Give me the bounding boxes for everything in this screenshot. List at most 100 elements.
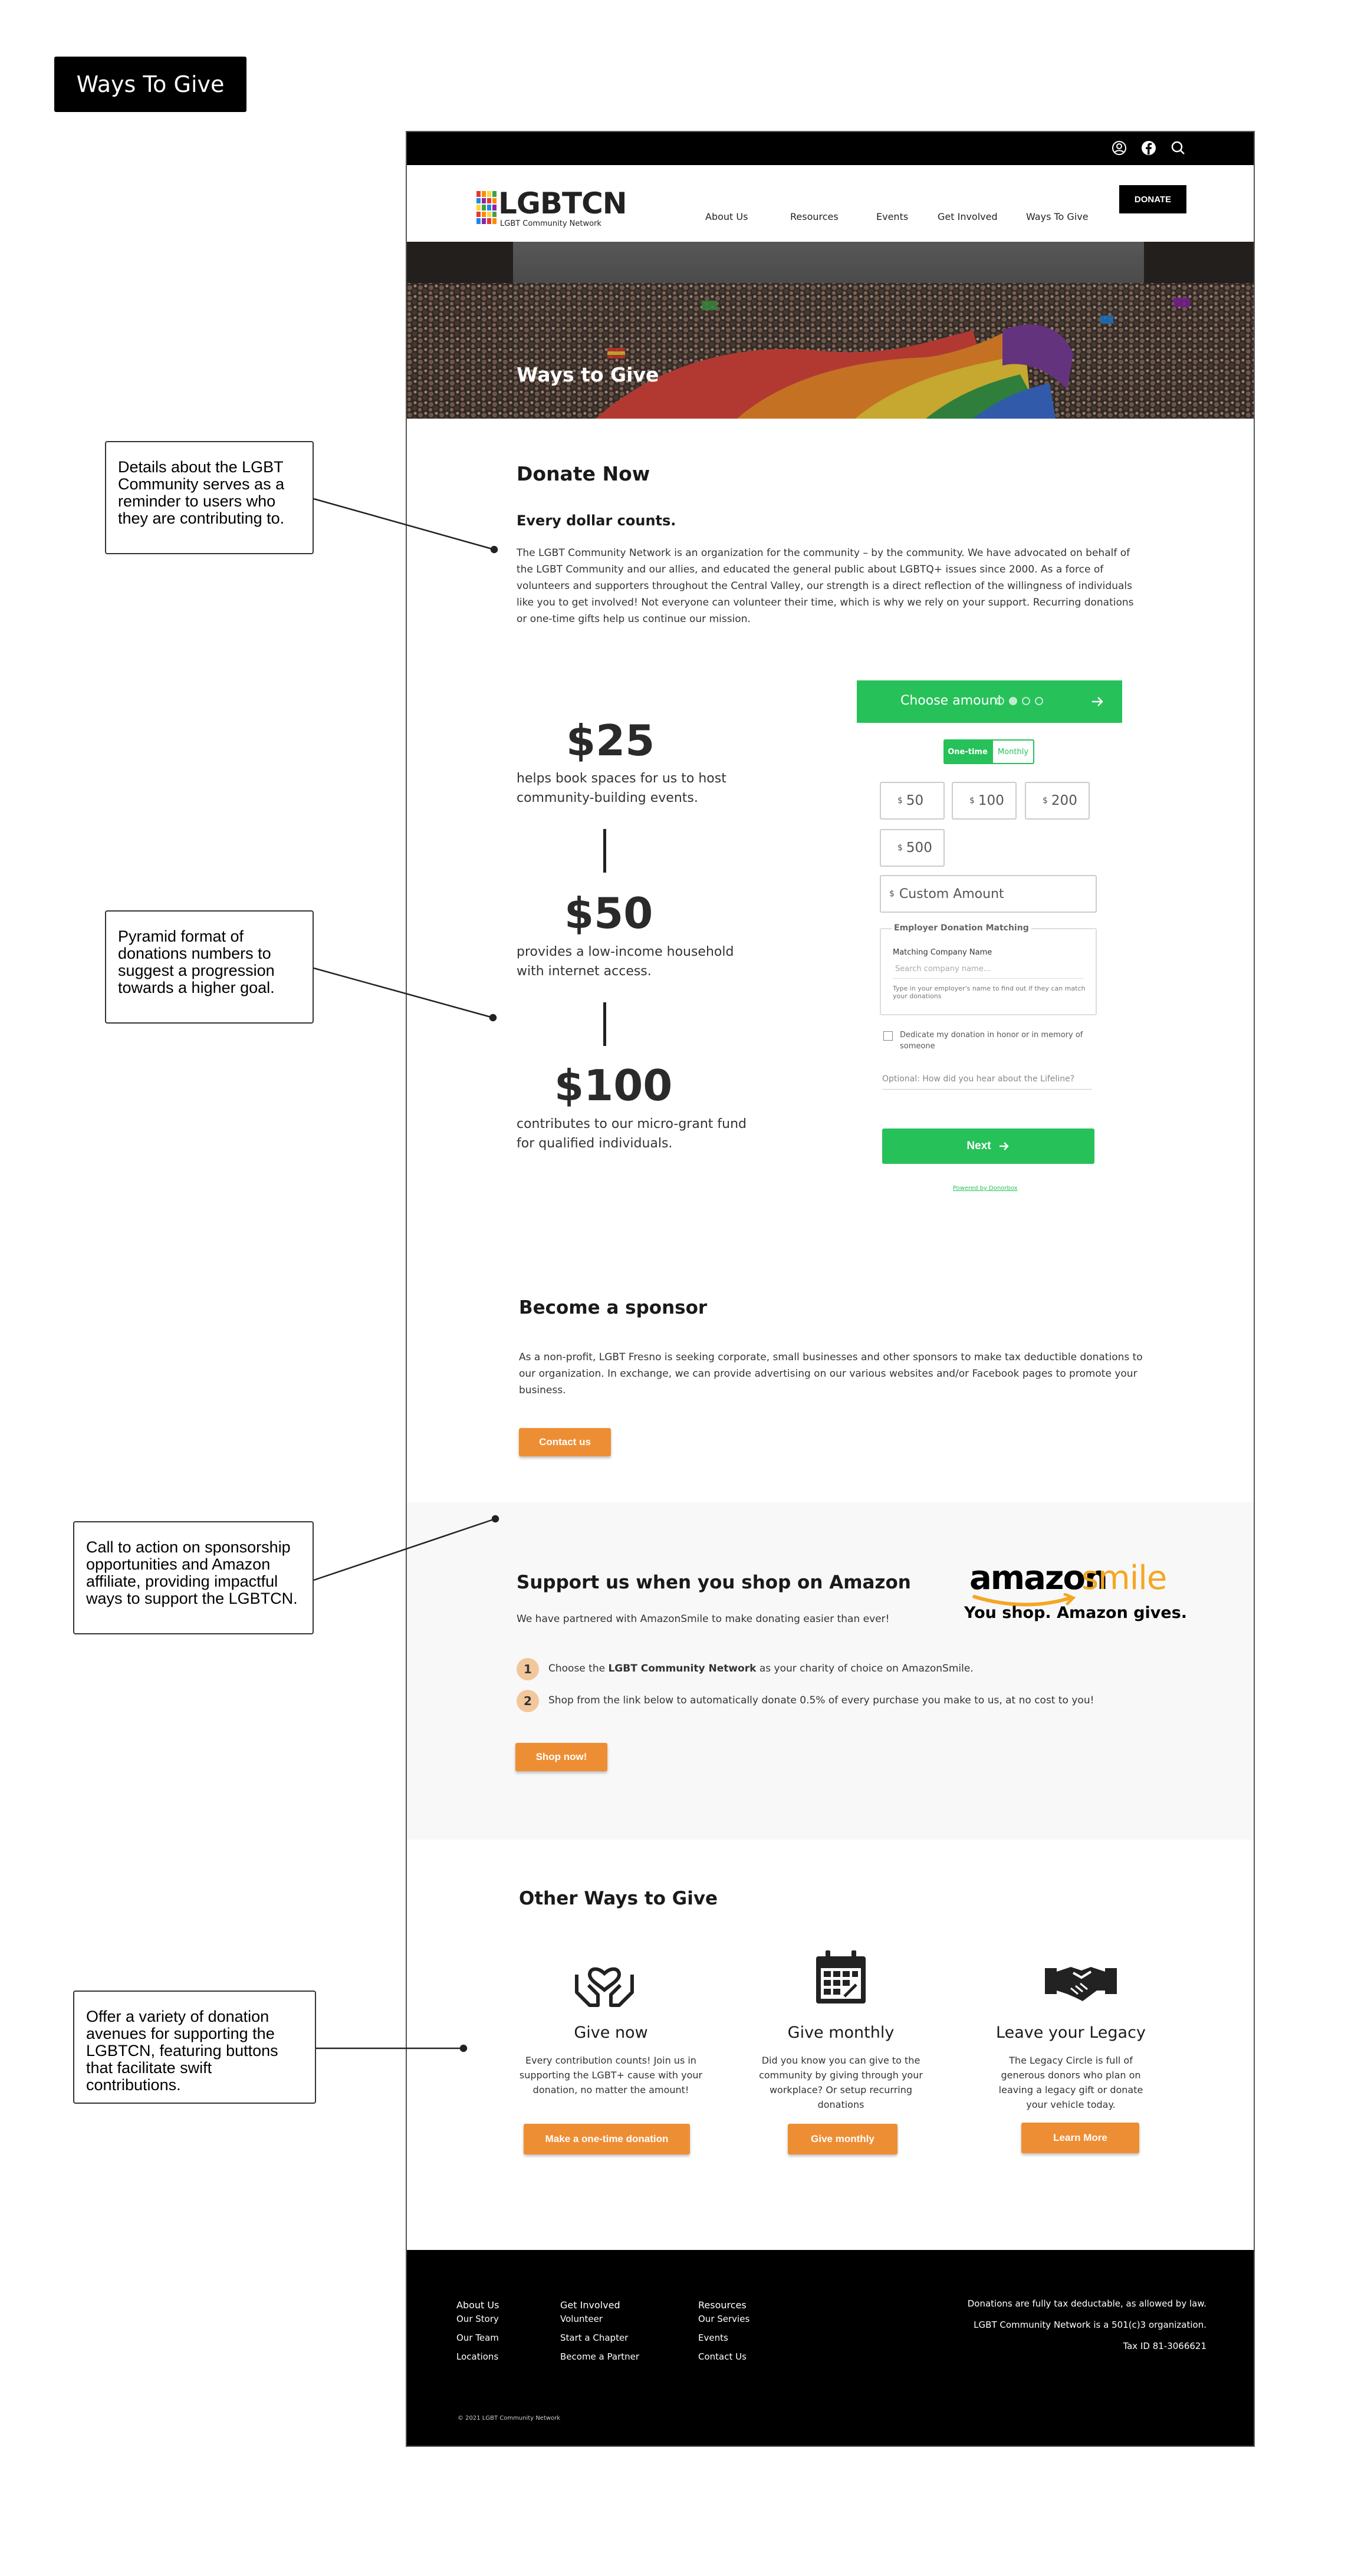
one-time-toggle[interactable]: One-time <box>943 739 992 764</box>
next-label: Next <box>966 1140 991 1152</box>
logo-rainbow-icon <box>476 191 497 224</box>
page-title-badge: Ways To Give <box>54 57 246 112</box>
hero-title: Ways to Give <box>517 363 659 386</box>
nav-events[interactable]: Events <box>876 211 908 222</box>
contact-us-button[interactable]: Contact us <box>519 1428 611 1456</box>
currency-symbol: $ <box>1043 796 1048 805</box>
step-dot-icon <box>996 697 1004 705</box>
give-monthly-button[interactable]: Give monthly <box>788 2124 897 2154</box>
annotation-note-sponsorship: Call to action on sponsorship opportunit… <box>73 1521 314 1634</box>
nav-about-us[interactable]: About Us <box>705 211 748 222</box>
amazon-step-1: Choose the LGBT Community Network as you… <box>548 1663 974 1674</box>
sponsor-heading: Become a sponsor <box>519 1297 708 1318</box>
step-text: Choose the <box>548 1663 609 1674</box>
logo-wordmark[interactable]: LGBTCN <box>498 189 627 218</box>
step-bold-text: LGBT Community Network <box>608 1663 757 1674</box>
currency-symbol: $ <box>889 889 895 899</box>
footer-heading-resources: Resources <box>698 2299 747 2311</box>
smile-wordmark: smile <box>1081 1559 1167 1597</box>
website-mockup: LGBTCN LGBT Community Network About Us R… <box>406 131 1255 2447</box>
step-dot-icon <box>1022 697 1030 705</box>
company-search-input[interactable]: Search company name... <box>893 961 1084 979</box>
footer-link-events[interactable]: Events <box>698 2332 728 2343</box>
footer-link-services[interactable]: Our Servies <box>698 2314 749 2324</box>
annotation-note-variety: Offer a variety of donation avenues for … <box>73 1991 316 2104</box>
footer-link-our-team[interactable]: Our Team <box>456 2332 499 2343</box>
shop-now-button[interactable]: Shop now! <box>515 1743 607 1771</box>
dedicate-checkbox[interactable] <box>883 1031 893 1041</box>
search-icon[interactable] <box>1170 140 1186 156</box>
nav-ways-to-give[interactable]: Ways To Give <box>1026 211 1089 222</box>
custom-amount-input[interactable]: $ Custom Amount <box>880 875 1097 913</box>
footer-link-start-chapter[interactable]: Start a Chapter <box>560 2332 628 2343</box>
arrow-right-icon[interactable] <box>1090 695 1104 709</box>
amazon-heading: Support us when you shop on Amazon <box>517 1572 911 1593</box>
facebook-icon[interactable] <box>1140 140 1157 156</box>
footer-link-locations[interactable]: Locations <box>456 2351 498 2362</box>
footer-link-volunteer[interactable]: Volunteer <box>560 2314 603 2324</box>
other-ways-heading: Other Ways to Give <box>519 1888 718 1909</box>
annotation-note-details: Details about the LGBT Community serves … <box>105 441 314 554</box>
donate-now-heading: Donate Now <box>517 462 650 485</box>
powered-by-link[interactable]: Powered by Donorbox <box>953 1185 1018 1192</box>
amount-option-value: 100 <box>978 793 1004 808</box>
hero-banner: Ways to Give <box>407 242 1254 419</box>
next-button[interactable]: Next <box>882 1129 1094 1164</box>
amount-option-100[interactable]: $100 <box>952 782 1017 820</box>
employer-matching-box: Employer Donation Matching Matching Comp… <box>880 923 1097 1015</box>
user-icon[interactable] <box>1111 140 1127 156</box>
company-help-text: Type in your employer's name to find out… <box>893 985 1086 1000</box>
monthly-toggle[interactable]: Monthly <box>992 739 1034 764</box>
step-dot-icon <box>1009 697 1017 705</box>
step-text: as your charity of choice on AmazonSmile… <box>756 1663 974 1674</box>
footer-link-our-story[interactable]: Our Story <box>456 2314 499 2324</box>
nav-resources[interactable]: Resources <box>790 211 839 222</box>
employer-matching-legend: Employer Donation Matching <box>892 923 1031 933</box>
nav-get-involved[interactable]: Get Involved <box>938 211 998 222</box>
amount-option-value: 200 <box>1051 793 1077 808</box>
give-now-title: Give now <box>574 2024 648 2042</box>
amount-50: $50 <box>564 889 653 938</box>
custom-amount-placeholder: Custom Amount <box>899 886 1004 902</box>
amount-option-value: 500 <box>906 840 932 856</box>
amount-option-50[interactable]: $50 <box>880 782 945 820</box>
dedicate-label: Dedicate my donation in honor or in memo… <box>900 1031 1083 1051</box>
pyramid-divider <box>603 829 606 873</box>
amount-25: $25 <box>566 716 655 765</box>
donate-button[interactable]: DONATE <box>1119 185 1186 213</box>
footer-tax-id: Tax ID 81-3066621 <box>1123 2341 1206 2351</box>
footer-link-contact[interactable]: Contact Us <box>698 2351 747 2362</box>
amount-100-desc: contributes to our micro-grant fund for … <box>517 1117 747 1151</box>
pyramid-divider <box>603 1002 606 1046</box>
company-label: Matching Company Name <box>893 948 992 957</box>
amazon-smile-section: Support us when you shop on Amazon We ha… <box>407 1502 1254 1840</box>
currency-symbol: $ <box>897 796 903 805</box>
learn-more-button[interactable]: Learn More <box>1021 2123 1139 2153</box>
footer-501c3: LGBT Community Network is a 501(c)3 orga… <box>974 2320 1206 2330</box>
amount-option-500[interactable]: $500 <box>880 829 945 867</box>
arrow-right-icon <box>999 1142 1009 1150</box>
hear-about-input[interactable]: Optional: How did you hear about the Lif… <box>882 1070 1092 1090</box>
give-monthly-text: Did you know you can give to the communi… <box>759 2055 923 2110</box>
amount-25-desc: helps book spaces for us to host communi… <box>517 771 726 805</box>
donate-now-body: The LGBT Community Network is an organiz… <box>517 547 1134 625</box>
top-utility-bar <box>407 132 1254 165</box>
logo-subtitle: LGBT Community Network <box>500 219 601 228</box>
sponsor-body: As a non-profit, LGBT Fresno is seeking … <box>519 1351 1143 1396</box>
legacy-title: Leave your Legacy <box>996 2024 1146 2042</box>
heart-hands-icon <box>575 1967 634 2007</box>
calendar-icon <box>816 1950 866 2003</box>
one-time-donation-button[interactable]: Make a one-time donation <box>524 2124 690 2154</box>
handshake-icon <box>1045 1967 1117 2001</box>
annotation-note-pyramid: Pyramid format of donations numbers to s… <box>105 910 314 1024</box>
amount-option-200[interactable]: $200 <box>1025 782 1090 820</box>
currency-symbol: $ <box>897 843 903 853</box>
donate-now-subheading: Every dollar counts. <box>517 512 676 529</box>
legacy-text: The Legacy Circle is full of generous do… <box>998 2055 1143 2110</box>
footer-link-become-partner[interactable]: Become a Partner <box>560 2351 639 2362</box>
currency-symbol: $ <box>969 796 975 805</box>
amount-100: $100 <box>554 1061 673 1110</box>
widget-header: Choose amount <box>857 680 1122 723</box>
step-number: 1 <box>517 1658 539 1680</box>
widget-header-label: Choose amount <box>900 693 1003 708</box>
